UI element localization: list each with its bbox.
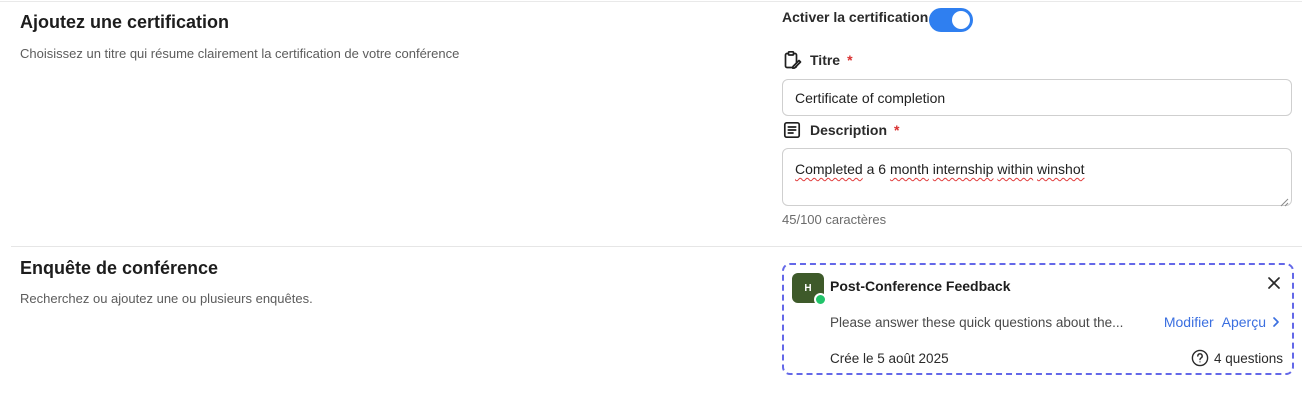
required-asterisk: * xyxy=(847,52,853,68)
document-text-icon xyxy=(782,120,802,140)
spell-error-word: within xyxy=(997,161,1034,177)
resize-handle-icon[interactable] xyxy=(1280,194,1289,207)
certification-section-description: Choisissez un titre qui résume clairemen… xyxy=(20,46,460,61)
close-icon[interactable] xyxy=(1266,275,1282,291)
certification-toggle[interactable] xyxy=(929,8,973,32)
survey-description: Please answer these quick questions abou… xyxy=(830,315,1124,330)
survey-card: H Post-Conference Feedback Please answer… xyxy=(782,263,1294,375)
chevron-right-icon[interactable] xyxy=(1270,316,1282,328)
text-segment: a 6 xyxy=(862,161,890,177)
character-counter: 45/100 caractères xyxy=(782,212,887,227)
question-count-text: 4 questions xyxy=(1213,350,1283,366)
spell-error-word: internship xyxy=(932,161,994,177)
certification-toggle-label: Activer la certification xyxy=(782,9,929,25)
top-divider xyxy=(0,1,1302,2)
survey-actions: Modifier Aperçu xyxy=(1164,314,1282,330)
title-field-label: Titre * xyxy=(782,50,853,70)
spell-error-word: Completed xyxy=(795,161,863,177)
description-field-label: Description * xyxy=(782,120,899,140)
survey-avatar: H xyxy=(792,273,827,306)
section-divider xyxy=(11,246,1302,247)
modify-link[interactable]: Modifier xyxy=(1164,314,1214,330)
question-count: 4 questions xyxy=(1191,349,1283,367)
survey-title: Post-Conference Feedback xyxy=(830,278,1011,294)
survey-section-description: Recherchez ou ajoutez une ou plusieurs e… xyxy=(20,291,313,306)
certificate-description-textarea[interactable]: Completed a 6 month internship within wi… xyxy=(782,148,1292,207)
toggle-knob xyxy=(952,11,970,29)
question-circle-icon xyxy=(1191,349,1209,367)
description-label-text: Description xyxy=(810,122,888,138)
status-dot xyxy=(814,293,827,306)
clipboard-edit-icon xyxy=(782,50,802,70)
certificate-title-value: Certificate of completion xyxy=(795,90,946,106)
spell-error-word: month xyxy=(889,161,929,177)
certificate-description-value: Completed a 6 month internship within wi… xyxy=(795,161,1085,177)
certification-section-title: Ajoutez une certification xyxy=(20,12,230,32)
spell-error-word: winshot xyxy=(1037,161,1085,177)
certificate-title-input[interactable]: Certificate of completion xyxy=(782,79,1292,116)
survey-created-date: Crée le 5 août 2025 xyxy=(830,351,949,366)
title-label-text: Titre xyxy=(810,52,841,68)
avatar-letter: H xyxy=(804,282,812,294)
required-asterisk: * xyxy=(894,122,900,138)
survey-section-title: Enquête de conférence xyxy=(20,258,219,278)
preview-link[interactable]: Aperçu xyxy=(1222,314,1266,330)
